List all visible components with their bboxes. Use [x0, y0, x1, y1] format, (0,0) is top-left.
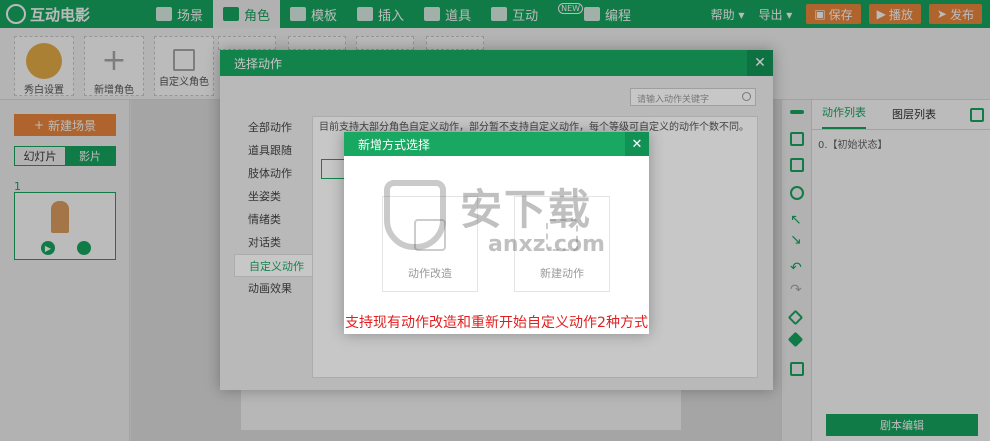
- new-action-option[interactable]: 新建动作: [514, 196, 610, 292]
- close-icon[interactable]: ✕: [625, 132, 649, 156]
- modify-action-option[interactable]: 动作改造: [382, 196, 478, 292]
- dialog-title: 新增方式选择: [344, 132, 649, 156]
- edit-icon: [414, 219, 446, 251]
- new-method-dialog: 新增方式选择 ✕ 动作改造 新建动作 安下载 anxz.com 支持现有动作改造…: [344, 132, 649, 334]
- add-icon: [546, 219, 578, 251]
- annotation-text: 支持现有动作改造和重新开始自定义动作2种方式: [345, 315, 648, 331]
